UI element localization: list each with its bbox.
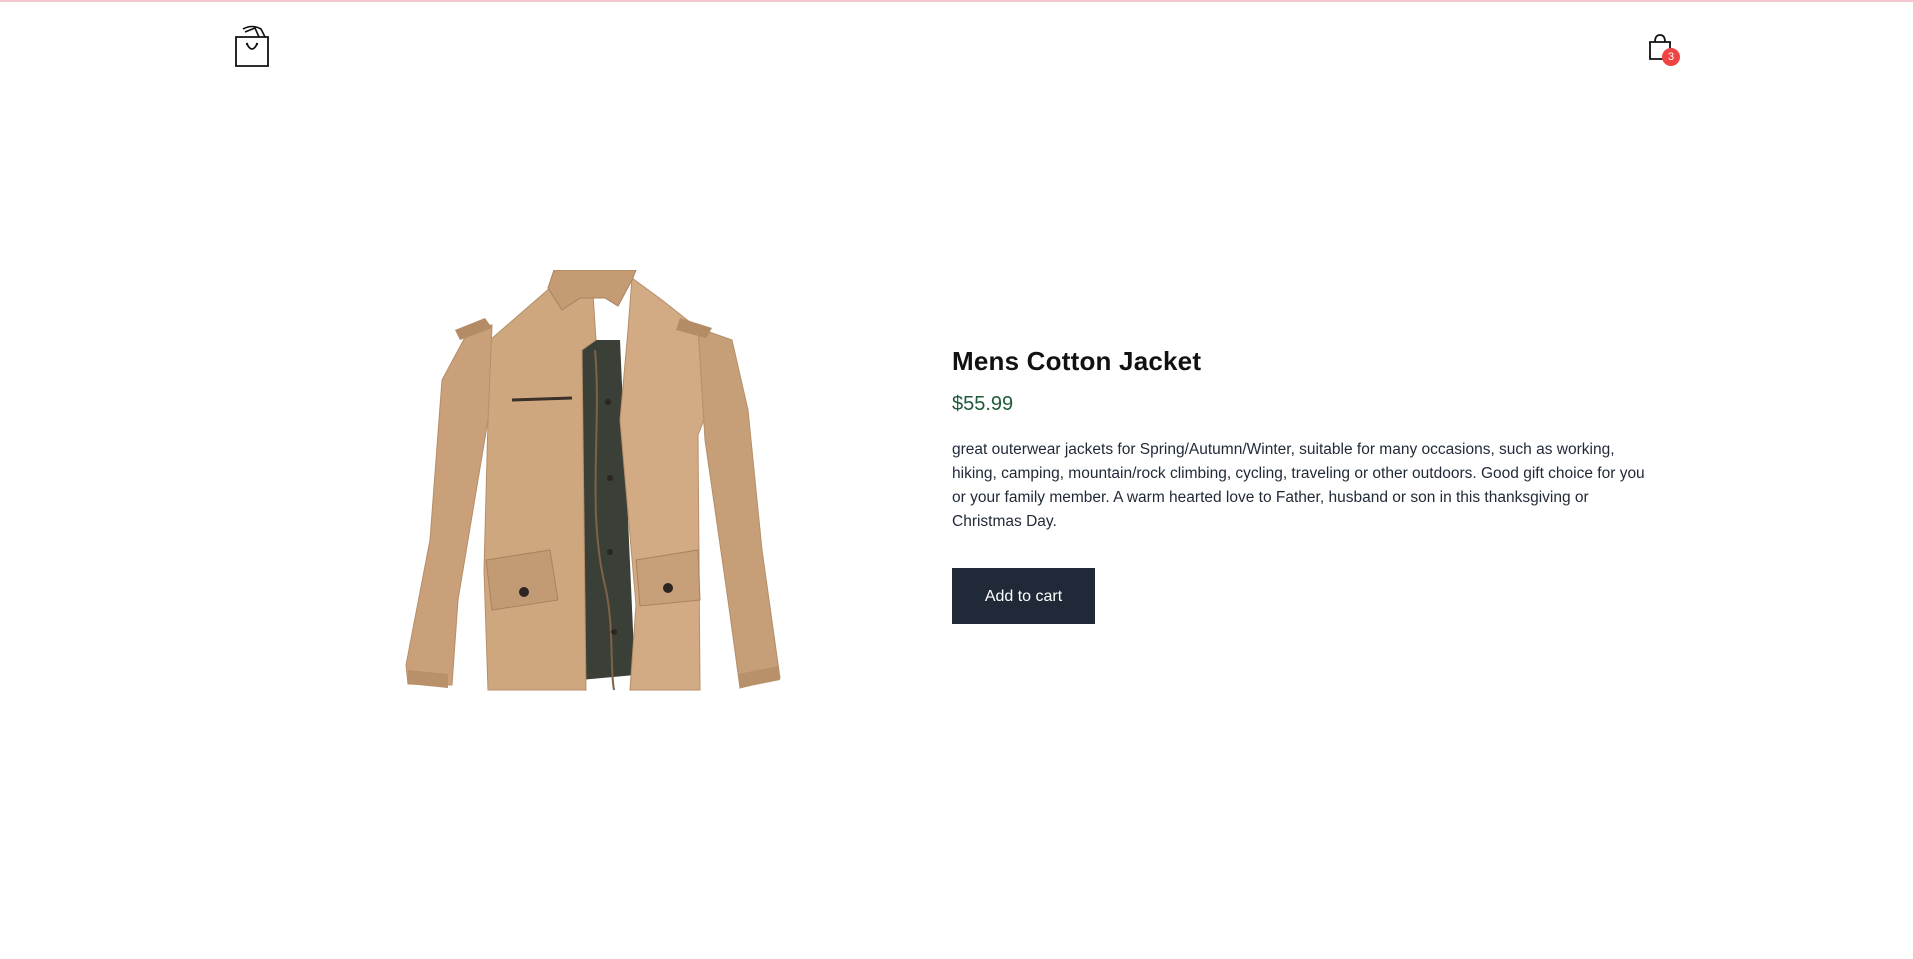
shopping-bag-logo-icon[interactable] bbox=[233, 24, 271, 68]
add-to-cart-button[interactable]: Add to cart bbox=[952, 568, 1095, 624]
product-details: Mens Cotton Jacket $55.99 great outerwea… bbox=[952, 346, 1662, 624]
product-detail: Mens Cotton Jacket $55.99 great outerwea… bbox=[400, 270, 1660, 700]
jacket-image bbox=[405, 270, 781, 691]
cart-count-badge: 3 bbox=[1662, 48, 1680, 66]
cart-button[interactable]: 3 bbox=[1646, 32, 1680, 66]
product-description: great outerwear jackets for Spring/Autum… bbox=[952, 441, 1645, 530]
shopping-bag-icon bbox=[235, 25, 269, 67]
product-title: Mens Cotton Jacket bbox=[952, 346, 1202, 376]
product-price: $55.99 bbox=[952, 393, 1014, 415]
site-header: 3 bbox=[0, 0, 1913, 100]
product-image bbox=[400, 270, 790, 700]
